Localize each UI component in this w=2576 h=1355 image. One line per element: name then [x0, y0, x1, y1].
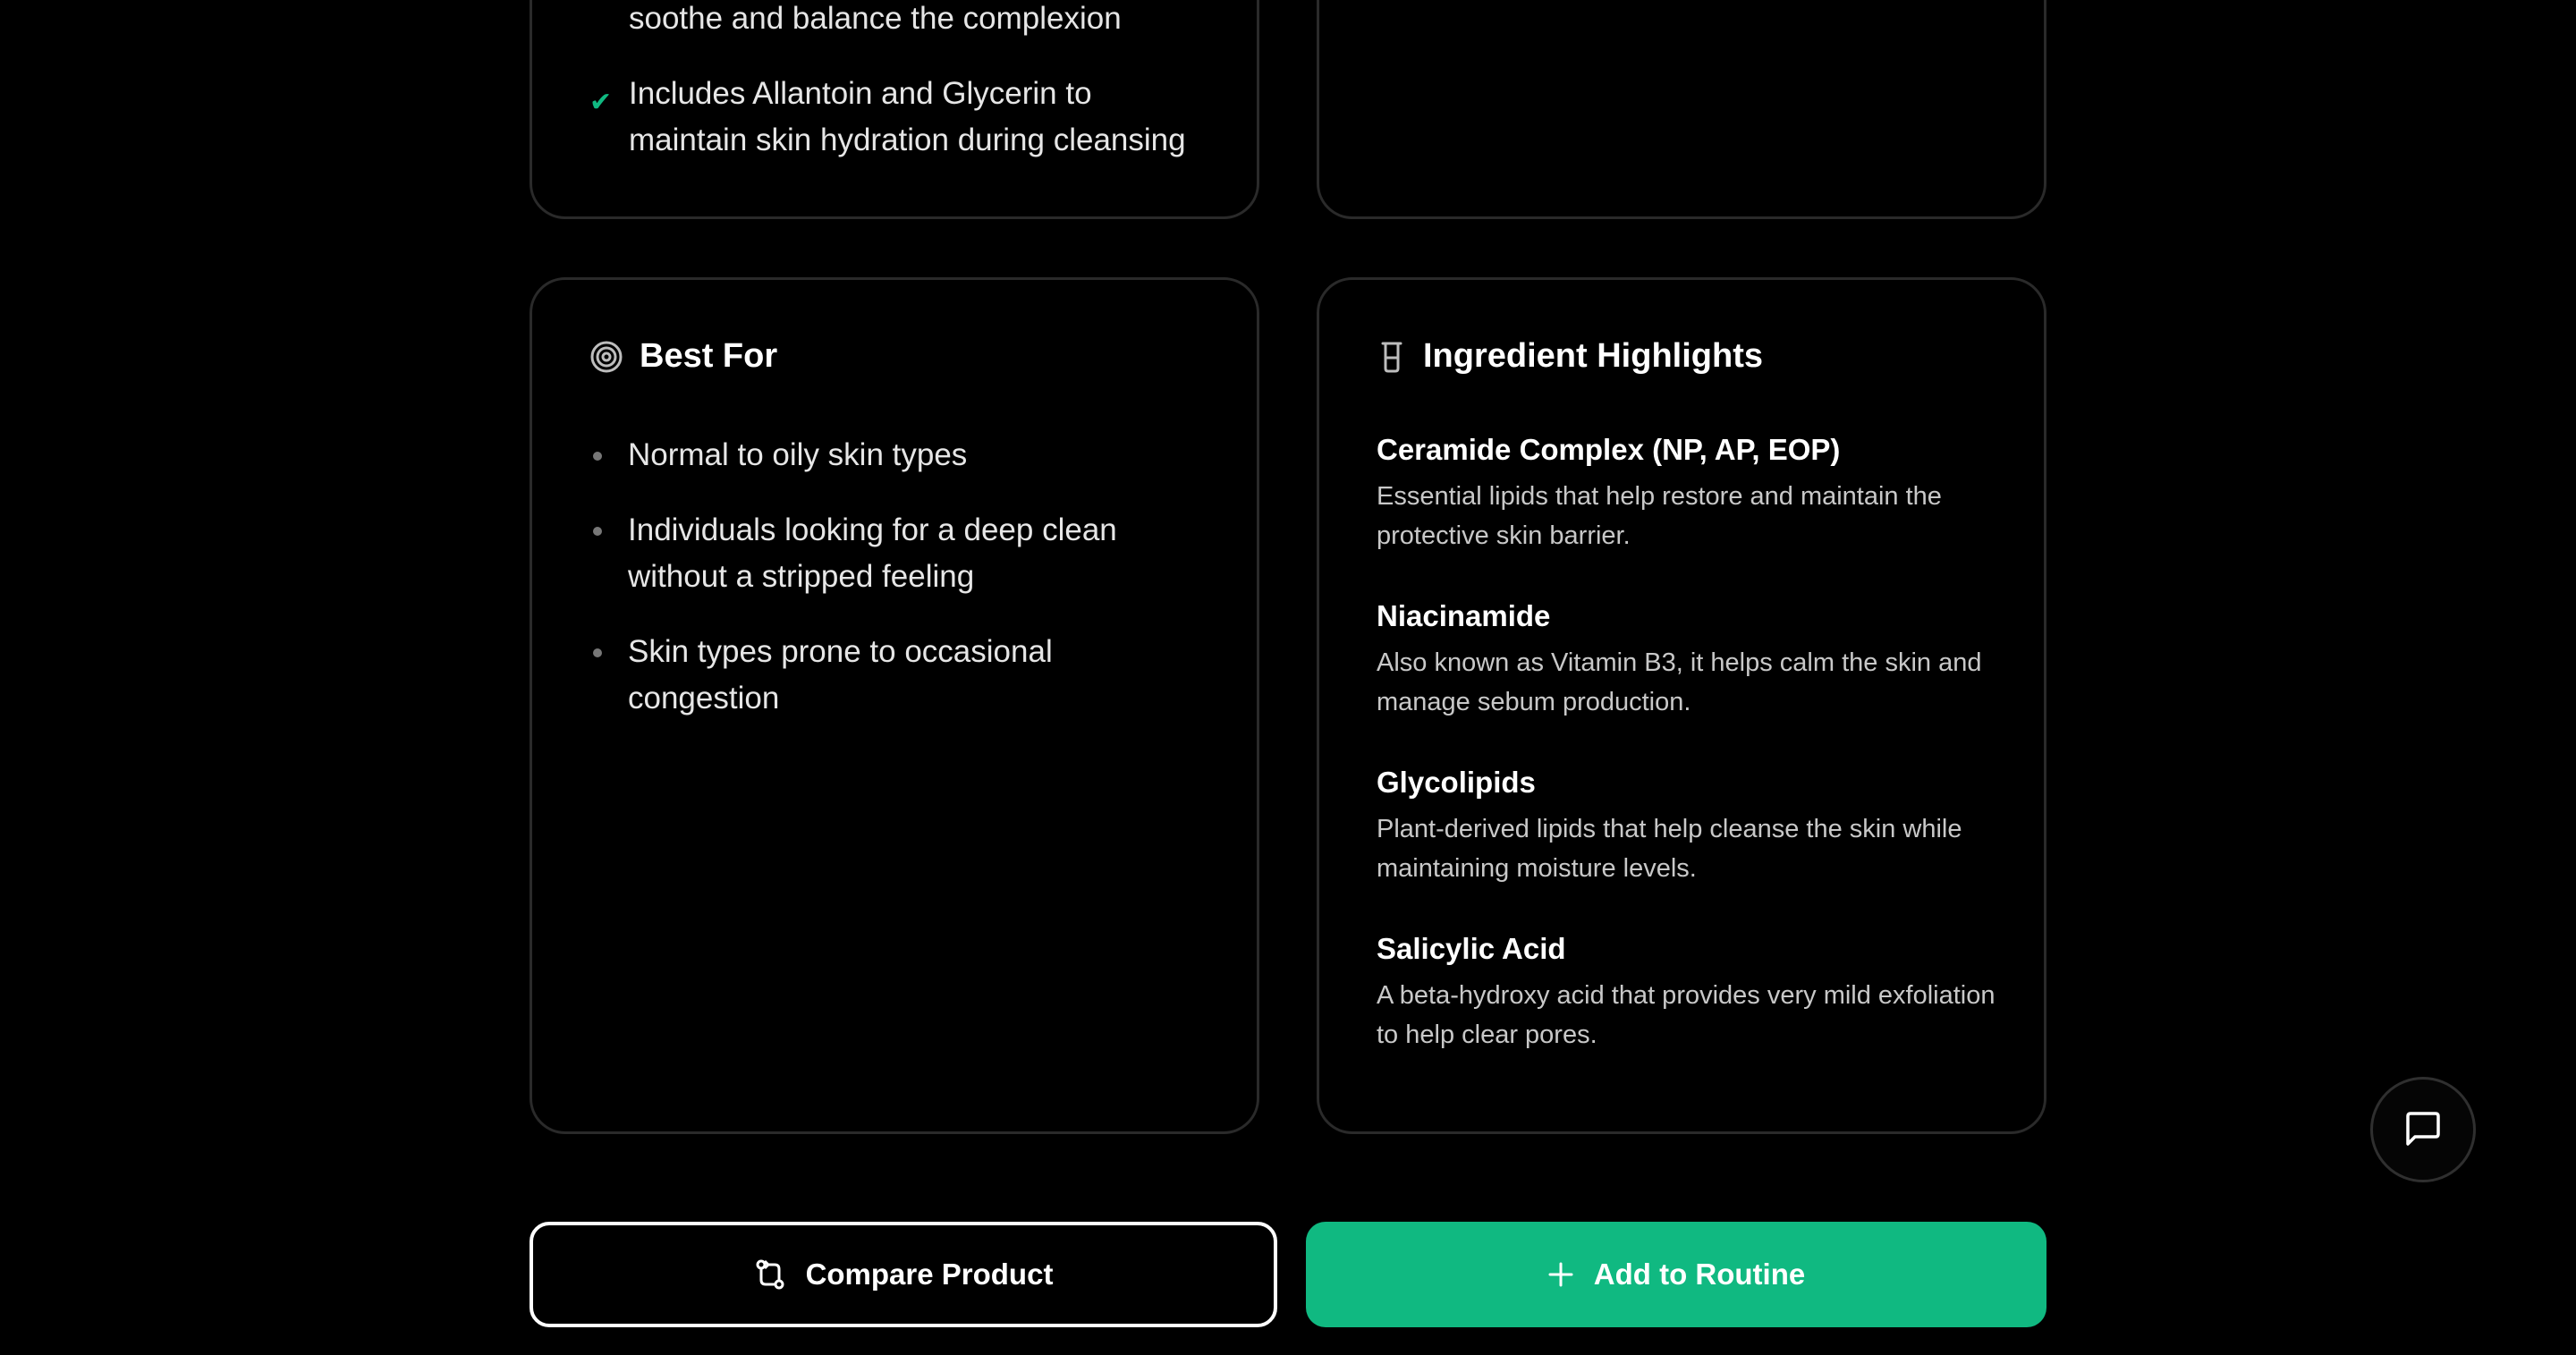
list-item: Normal to oily skin types [589, 432, 1198, 478]
ingredient-desc: Also known as Vitamin B3, it helps calm … [1377, 648, 1982, 716]
ingredient-item: Glycolipids Plant-derived lipids that he… [1377, 765, 2003, 888]
beaker-icon [1381, 342, 1402, 372]
ingredient-item: Niacinamide Also known as Vitamin B3, it… [1377, 598, 2003, 722]
ingredient-name: Niacinamide [1377, 599, 1551, 632]
list-item: Skin types prone to occasional congestio… [589, 629, 1198, 722]
list-item-text: Skin types prone to occasional congestio… [628, 634, 1053, 716]
info-card [1317, 0, 2046, 219]
benefit-text: Includes Allantoin and Glycerin to maint… [629, 76, 1186, 157]
plus-icon [1548, 1262, 1573, 1287]
ingredient-name: Salicylic Acid [1377, 932, 1566, 965]
ingredient-name: Glycolipids [1377, 766, 1536, 799]
add-to-routine-button[interactable]: Add to Routine [1306, 1222, 2046, 1327]
ingredient-desc: A beta-hydroxy acid that provides very m… [1377, 981, 1996, 1049]
benefit-text: soothe and balance the complexion [629, 1, 1122, 36]
ingredient-desc: Essential lipids that help restore and m… [1377, 482, 1942, 550]
benefit-item: ✔ Includes Allantoin and Glycerin to mai… [589, 71, 1216, 164]
check-icon: ✔ [589, 88, 613, 117]
ingredient-item: Ceramide Complex (NP, AP, EOP) Essential… [1377, 432, 2003, 555]
ingredient-highlights-card: Ingredient Highlights Ceramide Complex (… [1317, 277, 2046, 1134]
best-for-title: Best For [589, 337, 777, 376]
compare-product-button[interactable]: Compare Product [530, 1222, 1277, 1327]
bullet-icon [593, 452, 602, 461]
add-label: Add to Routine [1593, 1258, 1806, 1291]
target-icon [590, 341, 623, 372]
product-detail-page: soothe and balance the complexion ✔ Incl… [0, 0, 2576, 1355]
benefit-item: soothe and balance the complexion [589, 0, 1216, 42]
list-item-text: Individuals looking for a deep clean wit… [628, 512, 1117, 594]
chat-icon [2406, 1112, 2440, 1146]
bullet-icon [593, 648, 602, 657]
ingredient-desc: Plant-derived lipids that help cleanse t… [1377, 815, 1962, 883]
compare-icon [756, 1259, 784, 1290]
best-for-heading: Best For [640, 337, 778, 375]
chat-button[interactable] [2370, 1077, 2476, 1182]
list-item: Individuals looking for a deep clean wit… [589, 507, 1198, 600]
best-for-list: Normal to oily skin types Individuals lo… [589, 432, 1198, 750]
list-item-text: Normal to oily skin types [628, 437, 968, 472]
ingredients-title: Ingredient Highlights [1377, 337, 1763, 376]
benefits-card: soothe and balance the complexion ✔ Incl… [530, 0, 1259, 219]
bullet-icon [593, 527, 602, 536]
compare-label: Compare Product [805, 1258, 1054, 1291]
ingredients-heading: Ingredient Highlights [1423, 337, 1763, 375]
ingredient-list: Ceramide Complex (NP, AP, EOP) Essential… [1377, 432, 2003, 1097]
ingredient-name: Ceramide Complex (NP, AP, EOP) [1377, 433, 1841, 466]
best-for-card: Best For Normal to oily skin types Indiv… [530, 277, 1259, 1134]
ingredient-item: Salicylic Acid A beta-hydroxy acid that … [1377, 931, 2003, 1054]
